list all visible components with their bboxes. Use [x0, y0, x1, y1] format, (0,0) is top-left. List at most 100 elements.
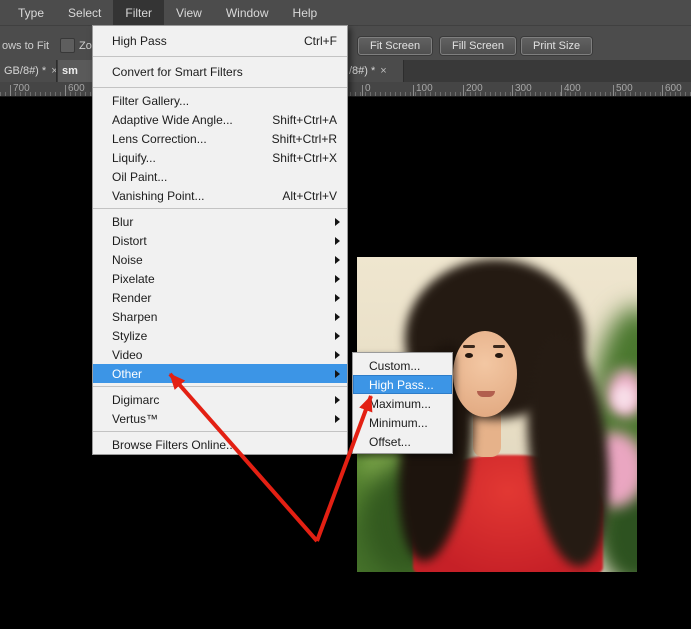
- menu-separator: [93, 386, 347, 387]
- filter-menu-dropdown: High Pass Ctrl+F Convert for Smart Filters…: [92, 25, 348, 455]
- menu-item-label: Browse Filters Online...: [112, 437, 237, 452]
- menu-item-filter-gallery[interactable]: Filter Gallery...: [93, 91, 347, 110]
- menu-item-convert-for-smart-filters[interactable]: Convert for Smart Filters: [93, 60, 347, 84]
- menu-item-vanishing-point[interactable]: Vanishing Point... Alt+Ctrl+V: [93, 186, 347, 205]
- menu-item-render[interactable]: Render: [93, 288, 347, 307]
- submenu-arrow-icon: [335, 255, 340, 264]
- ruler-label: 500: [616, 83, 633, 94]
- menu-item-shortcut: Shift+Ctrl+A: [272, 112, 337, 127]
- menubar-item-view[interactable]: View: [164, 0, 214, 25]
- ruler-label: 300: [515, 83, 532, 94]
- submenu-arrow-icon: [335, 395, 340, 404]
- document-tab-sm[interactable]: sm: [58, 60, 93, 82]
- menu-item-blur[interactable]: Blur: [93, 212, 347, 231]
- menu-item-label: Convert for Smart Filters: [112, 65, 243, 79]
- menu-item-pixelate[interactable]: Pixelate: [93, 269, 347, 288]
- menu-item-sharpen[interactable]: Sharpen: [93, 307, 347, 326]
- menu-item-liquify[interactable]: Liquify... Shift+Ctrl+X: [93, 148, 347, 167]
- menu-item-lens-correction[interactable]: Lens Correction... Shift+Ctrl+R: [93, 129, 347, 148]
- menu-item-oil-paint[interactable]: Oil Paint...: [93, 167, 347, 186]
- menu-item-shortcut: Alt+Ctrl+V: [282, 188, 337, 203]
- ruler-major-tick: [662, 85, 663, 96]
- fit-screen-button[interactable]: Fit Screen: [358, 37, 433, 55]
- tab-label: GB/8#) *: [4, 65, 47, 77]
- menu-item-noise[interactable]: Noise: [93, 250, 347, 269]
- menu-item-other[interactable]: Other: [93, 364, 347, 383]
- menu-separator: [93, 56, 347, 57]
- tab-close-icon[interactable]: ×: [51, 65, 56, 77]
- menu-separator: [93, 208, 347, 209]
- tab-close-icon[interactable]: ×: [380, 65, 386, 77]
- ruler-major-tick: [413, 85, 414, 96]
- menu-separator: [93, 431, 347, 432]
- menu-item-shortcut: Shift+Ctrl+R: [271, 131, 337, 146]
- menu-item-label: Vertus™: [112, 411, 159, 426]
- submenu-arrow-icon: [335, 369, 340, 378]
- photo-flower-white: [613, 385, 635, 411]
- ruler-label: 700: [13, 83, 30, 94]
- menu-item-high-pass[interactable]: High Pass...: [353, 375, 452, 394]
- menu-item-label: Adaptive Wide Angle...: [112, 112, 233, 127]
- menubar-item-filter[interactable]: Filter: [113, 0, 165, 25]
- photo-eye-left: [465, 353, 473, 358]
- ruler-major-tick: [463, 85, 464, 96]
- menu-item-label: Custom...: [369, 358, 421, 373]
- photo-brow-left: [463, 345, 475, 348]
- menu-item-label: Digimarc: [112, 392, 160, 407]
- menu-item-maximum[interactable]: Maximum...: [353, 394, 452, 413]
- print-size-button[interactable]: Print Size: [521, 37, 593, 55]
- document-tab-8[interactable]: /8#) * ×: [345, 60, 404, 82]
- ruler-label: 600: [68, 83, 85, 94]
- submenu-arrow-icon: [335, 312, 340, 321]
- menubar-item-type[interactable]: Type: [6, 0, 56, 25]
- menu-item-custom[interactable]: Custom...: [353, 356, 452, 375]
- menubar-item-select[interactable]: Select: [56, 0, 113, 25]
- other-submenu: Custom... High Pass... Maximum... Minimum..…: [352, 352, 453, 454]
- menu-item-shortcut: Shift+Ctrl+X: [272, 150, 337, 165]
- menu-item-label: Distort: [112, 233, 147, 248]
- menu-item-browse-filters-online[interactable]: Browse Filters Online...: [93, 435, 347, 454]
- menu-item-offset[interactable]: Offset...: [353, 432, 452, 451]
- menu-item-high-pass[interactable]: High Pass Ctrl+F: [93, 29, 347, 53]
- photo-brow-right: [493, 345, 505, 348]
- menu-item-label: Liquify...: [112, 150, 156, 165]
- menu-item-label: Video: [112, 347, 143, 362]
- ruler-major-tick: [362, 85, 363, 96]
- ruler-major-tick: [10, 85, 11, 96]
- menu-item-shortcut: Ctrl+F: [304, 34, 337, 48]
- menu-item-stylize[interactable]: Stylize: [93, 326, 347, 345]
- menu-item-label: High Pass: [112, 34, 167, 48]
- ruler-label: 200: [466, 83, 483, 94]
- menu-item-label: Other: [112, 366, 143, 381]
- menu-item-label: Maximum...: [369, 396, 432, 411]
- menu-item-label: Minimum...: [369, 415, 428, 430]
- zoom-checkbox[interactable]: [60, 38, 75, 53]
- ruler-label: 400: [564, 83, 581, 94]
- menubar-item-window[interactable]: Window: [214, 0, 281, 25]
- menu-item-label: Lens Correction...: [112, 131, 207, 146]
- menu-item-adaptive-wide-angle[interactable]: Adaptive Wide Angle... Shift+Ctrl+A: [93, 110, 347, 129]
- ruler-label: 600: [665, 83, 682, 94]
- menu-item-digimarc[interactable]: Digimarc: [93, 390, 347, 409]
- fill-screen-button[interactable]: Fill Screen: [440, 37, 516, 55]
- document-tab-gb-8[interactable]: GB/8#) * ×: [0, 60, 57, 82]
- menu-item-label: Stylize: [112, 328, 148, 343]
- ruler-label: 100: [416, 83, 433, 94]
- menu-item-distort[interactable]: Distort: [93, 231, 347, 250]
- menu-item-label: Filter Gallery...: [112, 93, 190, 108]
- photo-face: [453, 331, 517, 417]
- submenu-arrow-icon: [335, 350, 340, 359]
- submenu-arrow-icon: [335, 236, 340, 245]
- resize-windows-to-fit-label: ows to Fit: [2, 40, 50, 52]
- menu-item-video[interactable]: Video: [93, 345, 347, 364]
- submenu-arrow-icon: [335, 414, 340, 423]
- menu-item-label: Pixelate: [112, 271, 155, 286]
- menubar-item-help[interactable]: Help: [281, 0, 330, 25]
- menu-bar: Type Select Filter View Window Help: [0, 0, 691, 25]
- tab-label: /8#) *: [349, 65, 376, 77]
- menu-item-minimum[interactable]: Minimum...: [353, 413, 452, 432]
- ruler-major-tick: [613, 85, 614, 96]
- menu-item-label: Sharpen: [112, 309, 158, 324]
- photo-eye-right: [495, 353, 503, 358]
- menu-item-vertus[interactable]: Vertus™: [93, 409, 347, 428]
